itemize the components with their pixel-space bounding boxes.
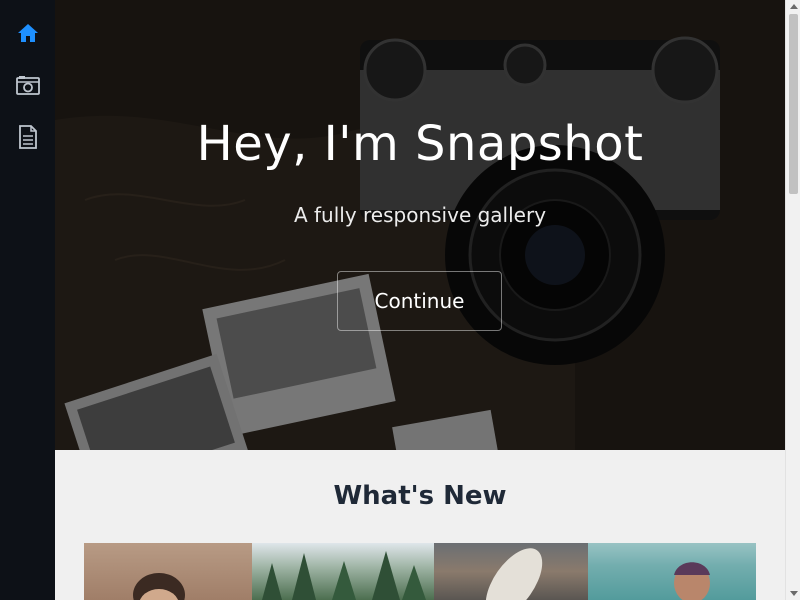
sidebar-item-home[interactable] <box>0 7 55 59</box>
gallery-item[interactable] <box>434 543 588 600</box>
camera-icon <box>15 75 40 95</box>
scroll-down-arrow-icon[interactable] <box>790 591 798 596</box>
gallery-grid <box>84 543 756 600</box>
scroll-up-arrow-icon[interactable] <box>790 4 798 9</box>
section-title: What's New <box>333 481 507 511</box>
sidebar <box>0 0 55 600</box>
hero-section: Hey, I'm Snapshot A fully responsive gal… <box>55 0 785 450</box>
sidebar-item-document[interactable] <box>0 111 55 163</box>
continue-button[interactable]: Continue <box>337 271 502 331</box>
page-scrollbar[interactable] <box>785 0 800 600</box>
hero-title: Hey, I'm Snapshot <box>196 116 644 172</box>
sidebar-item-gallery[interactable] <box>0 59 55 111</box>
document-icon <box>18 125 38 149</box>
hero-subtitle: A fully responsive gallery <box>293 203 547 227</box>
home-icon <box>17 23 39 43</box>
scroll-thumb[interactable] <box>789 14 798 194</box>
gallery-item[interactable] <box>252 543 434 600</box>
gallery-item[interactable] <box>84 543 252 600</box>
gallery-item[interactable] <box>588 543 756 600</box>
